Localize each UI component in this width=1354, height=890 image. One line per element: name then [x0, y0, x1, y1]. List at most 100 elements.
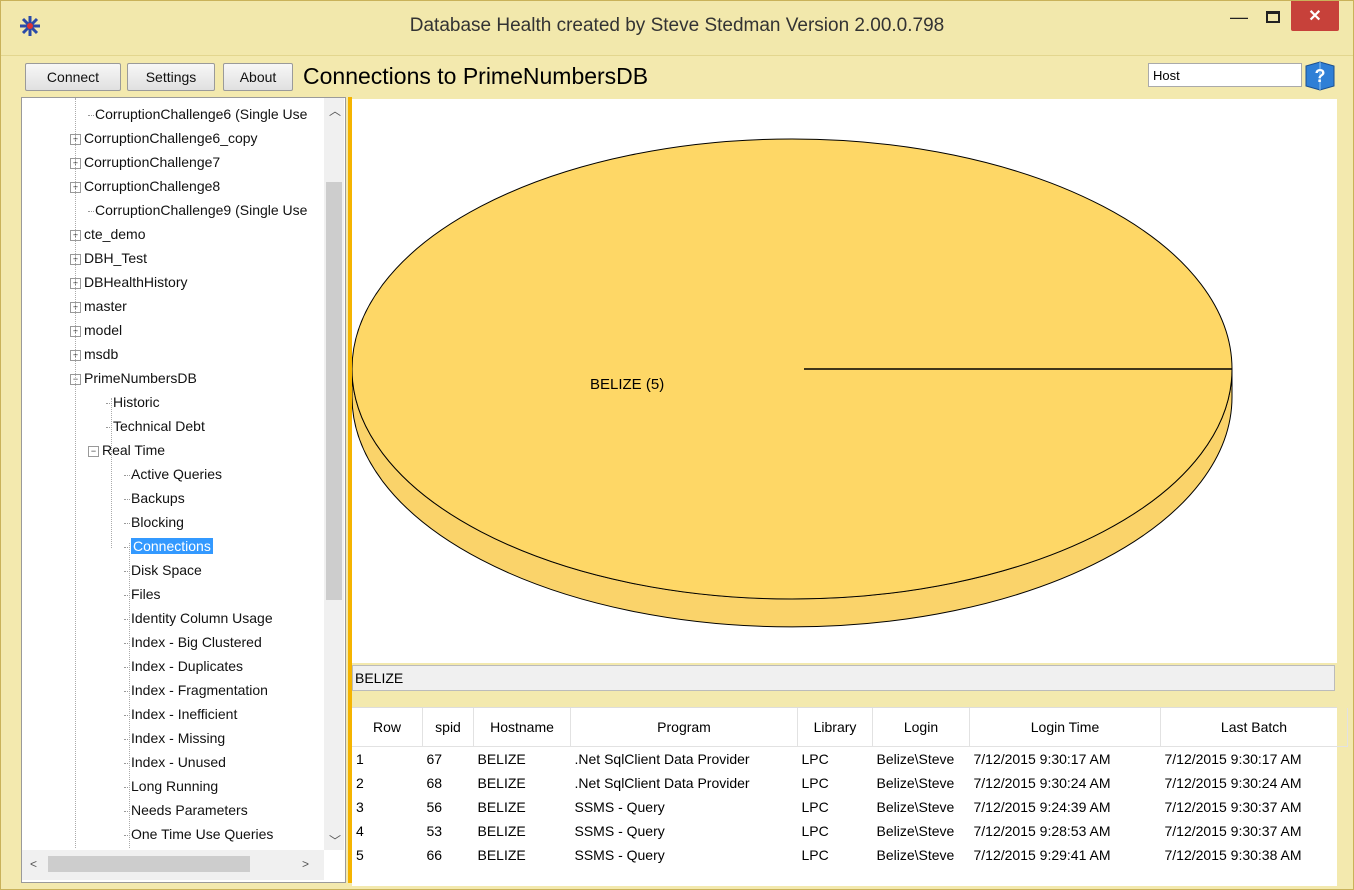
tree-connector-icon: [88, 210, 94, 212]
column-header[interactable]: Hostname: [473, 708, 571, 747]
close-icon: ✕: [1308, 8, 1322, 25]
table-cell: Belize\Steve: [876, 847, 955, 863]
tree-item[interactable]: + msdb: [70, 343, 118, 365]
table-row[interactable]: 3 56 BELIZE SSMS - Query LPC Belize\Steve 7/12…: [352, 795, 1348, 819]
connections-pie-chart: BELIZE (5): [351, 99, 1337, 663]
tree-item-label: CorruptionChallenge7: [84, 154, 221, 170]
scroll-down-icon[interactable]: ﹀: [329, 832, 341, 849]
table-cell: BELIZE: [477, 775, 526, 791]
tree-horizontal-scrollbar[interactable]: < >: [22, 850, 324, 880]
grid-body: 1 67 BELIZE .Net SqlClient Data Provider LPC…: [352, 747, 1348, 868]
about-button[interactable]: About: [223, 63, 293, 91]
tree-item-label: CorruptionChallenge8: [84, 178, 221, 194]
table-cell: SSMS - Query: [574, 799, 665, 815]
tree-item-label: Index - Missing: [131, 730, 226, 746]
table-cell: 7/12/2015 9:30:17 AM: [1164, 751, 1302, 767]
tree-item[interactable]: Index - Duplicates: [124, 655, 243, 677]
tree-item[interactable]: Connections: [124, 535, 213, 557]
table-cell: 7/12/2015 9:30:17 AM: [973, 751, 1111, 767]
tree-item[interactable]: Active Queries: [124, 463, 222, 485]
tree-item-label: DBHealthHistory: [84, 274, 188, 290]
tree-item-label: CorruptionChallenge9 (Single Use: [95, 202, 308, 218]
table-row[interactable]: 4 53 BELIZE SSMS - Query LPC Belize\Steve 7/12…: [352, 819, 1348, 843]
column-header[interactable]: Last Batch: [1160, 708, 1348, 747]
table-cell: .Net SqlClient Data Provider: [574, 775, 750, 791]
host-input[interactable]: [1148, 63, 1302, 87]
tree-item[interactable]: Blocking: [124, 511, 184, 533]
connections-grid: Row spid Hostname Program Library Login Login …: [352, 707, 1348, 886]
table-row[interactable]: 2 68 BELIZE .Net SqlClient Data Provider LPC…: [352, 771, 1348, 795]
tree-item[interactable]: Index - Big Clustered: [124, 631, 262, 653]
tree-item[interactable]: Index - Missing: [124, 727, 225, 749]
horizontal-scroll-thumb[interactable]: [48, 856, 250, 872]
tree-item[interactable]: One Time Use Queries: [124, 823, 273, 845]
tree-item[interactable]: Technical Debt: [106, 415, 205, 437]
tree-item[interactable]: + CorruptionChallenge7: [70, 151, 220, 173]
table-cell: 7/12/2015 9:24:39 AM: [973, 799, 1111, 815]
help-icon[interactable]: ?: [1303, 60, 1337, 92]
tree-item[interactable]: − Real Time: [88, 439, 165, 461]
tree-item-label: msdb: [84, 346, 119, 362]
column-header[interactable]: Library: [797, 708, 873, 747]
svg-text:?: ?: [1315, 66, 1326, 86]
maximize-button[interactable]: [1253, 1, 1293, 33]
scroll-left-icon[interactable]: <: [30, 857, 37, 871]
tree-item[interactable]: + DBHealthHistory: [70, 271, 187, 293]
tree-item-label: Long Running: [131, 778, 219, 794]
table-cell: 68: [426, 775, 443, 791]
collapse-icon[interactable]: −: [88, 445, 99, 457]
tree-item[interactable]: Index - Fragmentation: [124, 679, 268, 701]
tree-item[interactable]: Historic: [106, 391, 160, 413]
table-row[interactable]: 1 67 BELIZE .Net SqlClient Data Provider LPC…: [352, 747, 1348, 772]
tree-item[interactable]: CorruptionChallenge6 (Single Use: [88, 103, 307, 125]
scroll-right-icon[interactable]: >: [302, 857, 309, 871]
tree-item[interactable]: Index - Inefficient: [124, 703, 237, 725]
column-header[interactable]: Row: [352, 708, 423, 747]
tree-item[interactable]: − PrimeNumbersDB: [70, 367, 197, 389]
table-cell: BELIZE: [477, 847, 526, 863]
tree-item[interactable]: + cte_demo: [70, 223, 145, 245]
tree-item[interactable]: Index - Unused: [124, 751, 226, 773]
table-cell: 4: [356, 823, 364, 839]
tree-item[interactable]: Backups: [124, 487, 185, 509]
tree-item[interactable]: Identity Column Usage: [124, 607, 273, 629]
table-cell: 66: [426, 847, 443, 863]
close-button[interactable]: ✕: [1291, 1, 1339, 31]
table-cell: 7/12/2015 9:28:53 AM: [973, 823, 1111, 839]
tree-item[interactable]: + master: [70, 295, 127, 317]
table-row[interactable]: 5 66 BELIZE SSMS - Query LPC Belize\Steve 7/12…: [352, 843, 1348, 867]
tree-item-label: DBH_Test: [84, 250, 148, 266]
maximize-icon: [1266, 11, 1280, 23]
table-cell: BELIZE: [477, 799, 526, 815]
tree-item[interactable]: + model: [70, 319, 122, 341]
column-header[interactable]: Login: [872, 708, 970, 747]
tree-item[interactable]: Long Running: [124, 775, 218, 797]
grid-header-row: Row spid Hostname Program Library Login Login …: [352, 708, 1348, 747]
tree-item-label: Index - Unused: [131, 754, 226, 770]
table-cell: 7/12/2015 9:30:38 AM: [1164, 847, 1302, 863]
vertical-scroll-thumb[interactable]: [326, 182, 342, 600]
connect-button[interactable]: Connect: [25, 63, 121, 91]
database-tree[interactable]: CorruptionChallenge6 (Single Use + Corrupt…: [22, 98, 322, 850]
column-header[interactable]: Program: [570, 708, 798, 747]
tree-item-label: master: [84, 298, 127, 314]
tree-item[interactable]: Needs Parameters: [124, 799, 248, 821]
column-header[interactable]: Login Time: [969, 708, 1161, 747]
tree-item-label: Historic: [113, 394, 160, 410]
tree-vertical-scrollbar[interactable]: ︿ ﹀: [324, 98, 344, 850]
tree-item[interactable]: CorruptionChallenge9 (Single Use: [88, 199, 307, 221]
tree-item-label: cte_demo: [84, 226, 146, 242]
tree-item-label: Blocking: [131, 514, 184, 530]
table-cell: Belize\Steve: [876, 799, 955, 815]
tree-item[interactable]: + CorruptionChallenge6_copy: [70, 127, 258, 149]
column-header[interactable]: spid: [422, 708, 474, 747]
tree-item[interactable]: Disk Space: [124, 559, 202, 581]
tree-item[interactable]: + DBH_Test: [70, 247, 147, 269]
table-cell: 7/12/2015 9:30:37 AM: [1164, 823, 1302, 839]
table-cell: 3: [356, 799, 364, 815]
tree-item[interactable]: + CorruptionChallenge8: [70, 175, 220, 197]
scroll-up-icon[interactable]: ︿: [329, 102, 341, 119]
table-cell: 56: [426, 799, 443, 815]
settings-button[interactable]: Settings: [127, 63, 215, 91]
table-cell: 1: [356, 751, 364, 767]
